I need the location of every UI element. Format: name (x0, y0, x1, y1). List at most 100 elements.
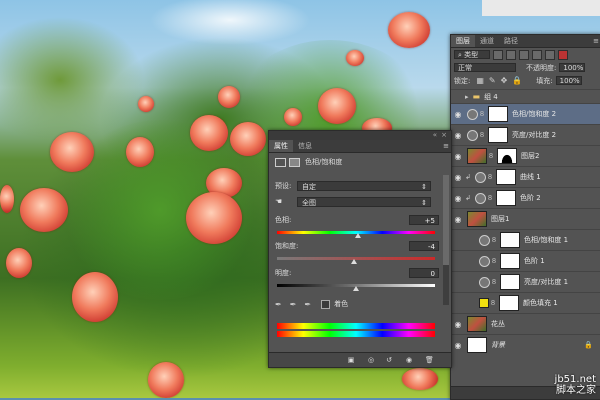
rose (50, 132, 94, 172)
layer-mask-thumbnail[interactable] (500, 253, 520, 269)
eye-icon[interactable]: ◉ (451, 173, 465, 182)
tab-layers[interactable]: 图层 (451, 35, 475, 47)
visibility-icon[interactable]: ◉ (405, 356, 413, 364)
layer-row[interactable]: 8 颜色填充 1 (451, 292, 600, 313)
layer-row[interactable]: ◉ 花丛 (451, 313, 600, 334)
hand-target-icon[interactable]: ☚ (275, 197, 282, 206)
preset-select[interactable]: 自定 ⇕ (297, 181, 431, 191)
tab-paths[interactable]: 路径 (499, 35, 523, 47)
layer-mask-thumbnail[interactable] (496, 169, 516, 185)
saturation-slider-knob[interactable] (351, 259, 358, 264)
eyedropper-plus-icon[interactable]: ✒ (290, 300, 297, 309)
panel-drag-bar[interactable]: « × (269, 131, 451, 140)
saturation-slider[interactable] (277, 257, 435, 264)
eye-icon[interactable]: ◉ (451, 110, 465, 119)
mask-icon[interactable] (289, 157, 300, 167)
layer-mask-thumbnail[interactable] (496, 190, 516, 206)
rose (126, 137, 154, 167)
filter-pixel-icon[interactable] (493, 49, 503, 60)
reset-icon[interactable]: ↺ (385, 356, 393, 364)
collapse-icon[interactable]: « (433, 131, 437, 139)
chain-link-icon[interactable]: 8 (490, 257, 498, 265)
layer-row[interactable]: 8 亮度/对比度 1 (451, 271, 600, 292)
layer-row[interactable]: ◉ 图层1 (451, 208, 600, 229)
hue-slider-knob[interactable] (354, 233, 361, 238)
chain-link-icon[interactable]: 8 (486, 173, 494, 181)
lock-all-icon[interactable]: 🔒 (512, 76, 522, 85)
fill-field[interactable]: 100% (555, 76, 582, 85)
tab-info[interactable]: 信息 (293, 140, 317, 152)
eye-icon[interactable]: ◉ (451, 320, 465, 329)
chain-link-icon[interactable]: 8 (490, 278, 498, 286)
blend-mode-select[interactable]: 正常 (454, 63, 516, 72)
layer-row[interactable]: ▸ ▬ 组 4 (451, 89, 600, 103)
layer-mask-thumbnail[interactable] (499, 295, 519, 311)
eye-icon[interactable]: ◉ (451, 194, 465, 203)
layer-mask-thumbnail[interactable] (500, 274, 520, 290)
panel-menu-icon[interactable]: ≡ (441, 142, 451, 150)
panel-menu-icon[interactable]: ≡ (591, 37, 600, 45)
eye-icon[interactable]: ◉ (451, 341, 465, 350)
tab-channels[interactable]: 通道 (475, 35, 499, 47)
chain-link-icon[interactable]: 8 (487, 152, 495, 160)
saturation-row: 饱和度: -4 (275, 241, 439, 251)
layer-thumbnail[interactable] (467, 148, 487, 164)
saturation-label: 饱和度: (275, 242, 299, 250)
eye-icon[interactable]: ◉ (451, 131, 465, 140)
lock-position-icon[interactable]: ✥ (501, 76, 508, 85)
filter-shape-icon[interactable] (532, 49, 542, 60)
hue-row: 色相: +5 (275, 215, 439, 225)
lock-pixels-icon[interactable]: ✎ (489, 76, 496, 85)
chain-link-icon[interactable]: 8 (489, 299, 497, 307)
lightness-slider-knob[interactable] (353, 286, 359, 291)
filter-type-icon[interactable] (519, 49, 529, 60)
lightness-slider[interactable] (277, 284, 435, 291)
eyedropper-icon[interactable]: ✒ (275, 300, 282, 309)
layer-thumbnail[interactable] (467, 337, 487, 353)
lightness-field[interactable]: 0 (409, 268, 439, 278)
layer-mask-thumbnail[interactable] (488, 106, 508, 122)
eye-icon[interactable]: ◉ (451, 152, 465, 161)
layer-thumbnail[interactable] (467, 316, 487, 332)
fill-color-swatch[interactable] (479, 298, 489, 308)
saturation-field[interactable]: -4 (409, 241, 439, 251)
adjustment-layer-icon (479, 276, 490, 288)
layer-thumbnail[interactable] (467, 211, 487, 227)
expand-arrow-icon[interactable]: ▸ (465, 93, 469, 101)
layer-row[interactable]: 8 色相/饱和度 1 (451, 229, 600, 250)
hue-slider[interactable] (277, 231, 435, 238)
tab-properties[interactable]: 属性 (269, 140, 293, 152)
close-icon[interactable]: × (441, 131, 447, 139)
chain-link-icon[interactable]: 8 (478, 110, 486, 118)
hue-field[interactable]: +5 (409, 215, 439, 225)
layer-row[interactable]: ◉ 背景 🔒 (451, 334, 600, 355)
layer-filter-select[interactable]: ⌕ 类型 (454, 50, 490, 59)
clip-to-layer-icon[interactable]: ▣ (347, 356, 355, 364)
filter-toggle-icon[interactable] (558, 49, 568, 60)
chain-link-icon[interactable]: 8 (478, 131, 486, 139)
layer-name: 花丛 (491, 320, 505, 328)
chain-link-icon[interactable]: 8 (490, 236, 498, 244)
layer-row[interactable]: ◉ 8 图层2 (451, 145, 600, 166)
view-previous-icon[interactable]: ◎ (367, 356, 375, 364)
layer-row[interactable]: ◉ ↲ 8 色阶 2 (451, 187, 600, 208)
scrollbar-thumb[interactable] (443, 175, 449, 265)
layer-mask-thumbnail[interactable] (488, 127, 508, 143)
channel-select[interactable]: 全图 ⇕ (297, 197, 431, 207)
layer-row[interactable]: ◉ ↲ 8 曲线 1 (451, 166, 600, 187)
layer-row[interactable]: ◉ 8 色相/饱和度 2 (451, 103, 600, 124)
eye-icon[interactable]: ◉ (451, 215, 465, 224)
opacity-field[interactable]: 100% (559, 63, 586, 72)
layer-mask-thumbnail[interactable] (497, 148, 517, 164)
filter-smart-icon[interactable] (545, 49, 555, 60)
trash-icon[interactable]: 🗑 (425, 356, 434, 364)
filter-adjust-icon[interactable] (506, 49, 516, 60)
layer-row[interactable]: 8 色阶 1 (451, 250, 600, 271)
colorize-checkbox[interactable] (321, 299, 331, 309)
properties-scrollbar[interactable] (443, 175, 449, 305)
layer-row[interactable]: ◉ 8 亮度/对比度 2 (451, 124, 600, 145)
lock-transparent-icon[interactable]: ▦ (476, 76, 484, 85)
layer-mask-thumbnail[interactable] (500, 232, 520, 248)
chain-link-icon[interactable]: 8 (486, 194, 494, 202)
eyedropper-minus-icon[interactable]: ✒ (304, 300, 311, 309)
